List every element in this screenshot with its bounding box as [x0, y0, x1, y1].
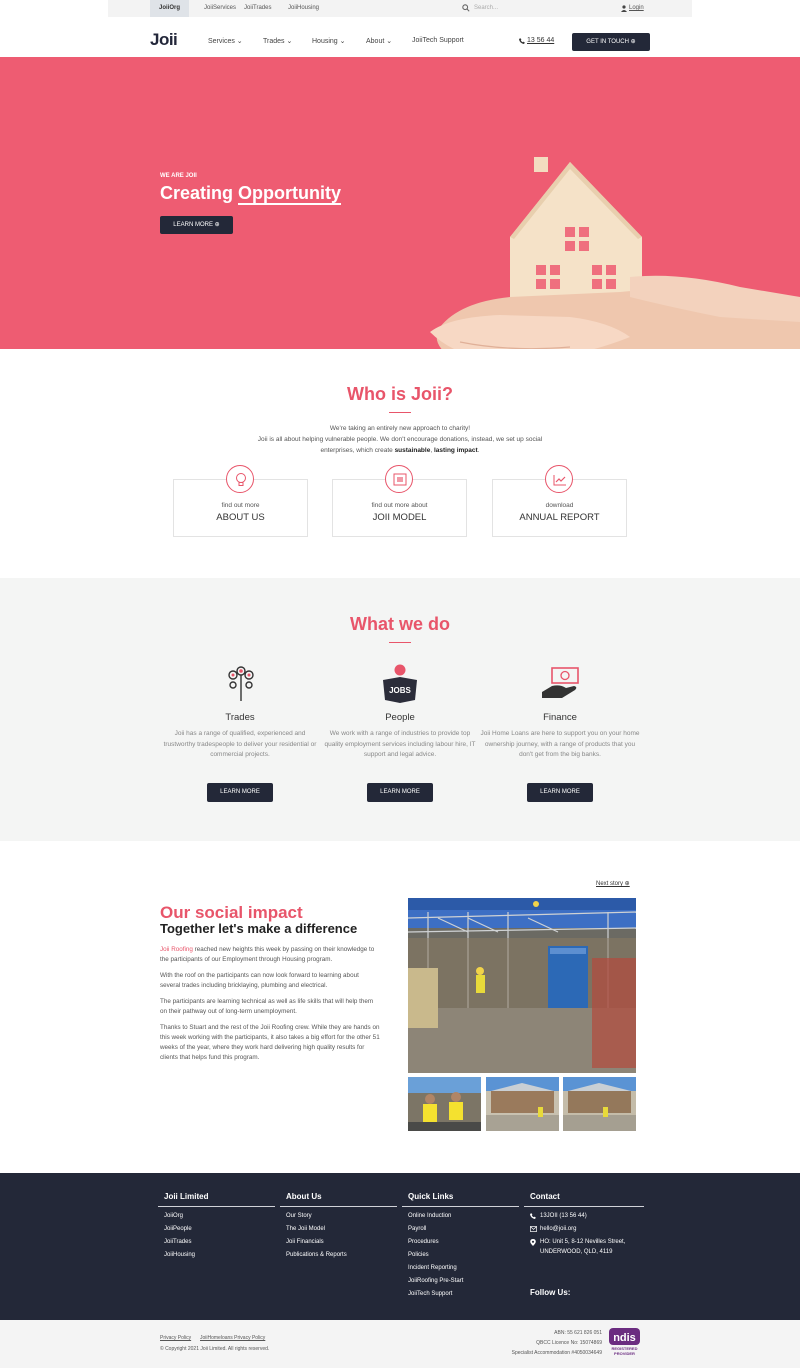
- social-impact-subheading: Together let's make a difference: [160, 921, 358, 936]
- footer-link-publications[interactable]: Publications & Reports: [286, 1252, 347, 1258]
- people-title: People: [385, 712, 415, 723]
- jobs-people-icon: JOBS: [383, 664, 417, 703]
- what-we-do-heading: What we do: [350, 614, 450, 634]
- social-impact-heading: Our social impact: [160, 903, 303, 922]
- phone-icon: [519, 38, 525, 44]
- model-icon: [385, 465, 413, 493]
- trades-gears-icon: [228, 666, 254, 701]
- finance-learn-more-button[interactable]: LEARN MORE: [527, 783, 593, 802]
- finance-description: Joii Home Loans are here to support you …: [480, 730, 640, 758]
- site-tab-joiitrades[interactable]: JoiiTrades: [235, 0, 280, 17]
- footer-link-joii-model[interactable]: The Joii Model: [286, 1226, 325, 1232]
- footer-link-joii-financials[interactable]: Joii Financials: [286, 1239, 324, 1245]
- finance-title: Finance: [543, 712, 577, 723]
- chart-icon: [545, 465, 573, 493]
- hero-title-emphasis: Opportunity: [238, 183, 341, 205]
- construction-site-photo[interactable]: [408, 898, 636, 1073]
- footer-link-joiipeople[interactable]: JoiiPeople: [164, 1226, 192, 1232]
- footer-link-payroll[interactable]: Payroll: [408, 1226, 426, 1232]
- trades-description: Joii has a range of qualified, experienc…: [163, 730, 317, 758]
- footer-link-our-story[interactable]: Our Story: [286, 1213, 312, 1219]
- lightbulb-icon: [226, 465, 254, 493]
- specialist-accommodation-text: Specialist Accommodation #4050034649: [511, 1350, 602, 1356]
- jobs-label: JOBS: [389, 686, 411, 695]
- who-is-joii-heading: Who is Joii?: [347, 384, 453, 404]
- footer-link-joiitech-support[interactable]: JoiiTech Support: [408, 1291, 452, 1297]
- hero-kicker: WE ARE JOII: [160, 173, 197, 179]
- site-tab-joiihousing[interactable]: JoiiHousing: [279, 0, 328, 17]
- phone-icon: [530, 1213, 536, 1219]
- privacy-policy-link[interactable]: Privacy Policy: [160, 1335, 191, 1341]
- site-thumbnail-3[interactable]: [563, 1077, 636, 1131]
- footer-heading-quick-links: Quick Links: [408, 1192, 454, 1201]
- joii-roofing-link[interactable]: Joii Roofing: [160, 946, 193, 953]
- footer-divider: [280, 1206, 397, 1207]
- main-nav: [0, 17, 800, 57]
- footer-heading-contact: Contact: [530, 1192, 560, 1201]
- phone-link[interactable]: 13 56 44: [527, 37, 554, 44]
- house-in-hands-image: [430, 157, 800, 349]
- hero-banner: [0, 57, 800, 349]
- site-tab-joiiorg[interactable]: JoiiOrg: [150, 0, 190, 17]
- finance-money-hand-icon: [542, 667, 579, 698]
- svg-text:ndis: ndis: [613, 1332, 636, 1344]
- hero-title: Creating Opportunity: [160, 183, 341, 205]
- ndis-registered-provider-logo: ndis REGISTERED PROVIDER: [609, 1328, 640, 1356]
- footer-divider: [524, 1206, 644, 1207]
- footer-link-procedures[interactable]: Procedures: [408, 1239, 439, 1245]
- trades-title: Trades: [225, 712, 255, 723]
- nav-trades[interactable]: Trades ⌄: [263, 37, 292, 45]
- footer-divider: [402, 1206, 519, 1207]
- footer-link-online-induction[interactable]: Online Induction: [408, 1213, 451, 1219]
- footer-link-joiiorg[interactable]: JoiiOrg: [164, 1213, 183, 1219]
- footer-email-link[interactable]: hello@joii.org: [540, 1226, 576, 1232]
- footer-link-incident-reporting[interactable]: Incident Reporting: [408, 1265, 457, 1271]
- nav-services[interactable]: Services ⌄: [208, 37, 243, 45]
- footer-divider: [158, 1206, 275, 1207]
- site-footer: [0, 1173, 800, 1320]
- get-in-touch-button[interactable]: GET IN TOUCH ⊕: [572, 33, 650, 51]
- joii-logo[interactable]: Joii: [150, 30, 178, 50]
- search-icon[interactable]: [462, 4, 470, 12]
- trades-learn-more-button[interactable]: LEARN MORE: [207, 783, 273, 802]
- svg-text:PROVIDER: PROVIDER: [614, 1351, 635, 1356]
- user-icon: [621, 5, 627, 12]
- footer-link-joiihousing[interactable]: JoiiHousing: [164, 1252, 195, 1258]
- next-story-link[interactable]: Next story ⊕: [596, 880, 630, 887]
- footer-link-roofing-prestart[interactable]: JoiiRoofing Pre-Start: [408, 1278, 463, 1284]
- footer-phone-link[interactable]: 13JOII (13 56 44): [540, 1213, 587, 1219]
- people-description: We work with a range of industries to pr…: [324, 730, 476, 758]
- footer-heading-joii-limited: Joii Limited: [164, 1192, 209, 1201]
- login-link[interactable]: Login: [629, 0, 644, 17]
- copyright-text: © Copyright 2021 Joii Limited. All right…: [160, 1346, 270, 1352]
- search-input[interactable]: Search...: [474, 0, 498, 17]
- section-divider: [389, 642, 411, 643]
- footer-address-line-2: UNDERWOOD, QLD, 4119: [540, 1249, 613, 1255]
- hero-learn-more-button[interactable]: LEARN MORE ⊕: [160, 216, 233, 234]
- site-thumbnail-2[interactable]: [486, 1077, 559, 1131]
- nav-housing[interactable]: Housing ⌄: [312, 37, 346, 45]
- qbcc-licence-text: QBCC Licence No: 15074869: [536, 1340, 602, 1346]
- homeloans-privacy-link[interactable]: JoiiHomeloans Privacy Policy: [200, 1335, 265, 1341]
- utility-bar: JoiiOrg JoiiServices JoiiTrades JoiiHous…: [108, 0, 692, 17]
- follow-us-label: Follow Us:: [530, 1288, 571, 1297]
- nav-about[interactable]: About ⌄: [366, 37, 392, 45]
- legal-bar: [0, 1320, 800, 1368]
- who-intro-text: We're taking an entirely new approach to…: [257, 425, 543, 454]
- people-learn-more-button[interactable]: LEARN MORE: [367, 783, 433, 802]
- footer-heading-about-us: About Us: [286, 1192, 322, 1201]
- footer-link-joiitrades[interactable]: JoiiTrades: [164, 1239, 191, 1245]
- footer-address-line-1: HO: Unit 5, 8-12 Nevilles Street,: [540, 1239, 626, 1245]
- workers-thumbnail[interactable]: [408, 1077, 481, 1131]
- abn-text: ABN: 55 621 826 051: [554, 1330, 602, 1336]
- section-divider: [389, 412, 411, 413]
- email-icon: [530, 1226, 537, 1232]
- location-pin-icon: [530, 1239, 536, 1246]
- footer-link-policies[interactable]: Policies: [408, 1252, 429, 1258]
- social-impact-story: Joii Roofing reached new heights this we…: [160, 946, 380, 1061]
- nav-joiitech-support[interactable]: JoiiTech Support: [412, 37, 464, 44]
